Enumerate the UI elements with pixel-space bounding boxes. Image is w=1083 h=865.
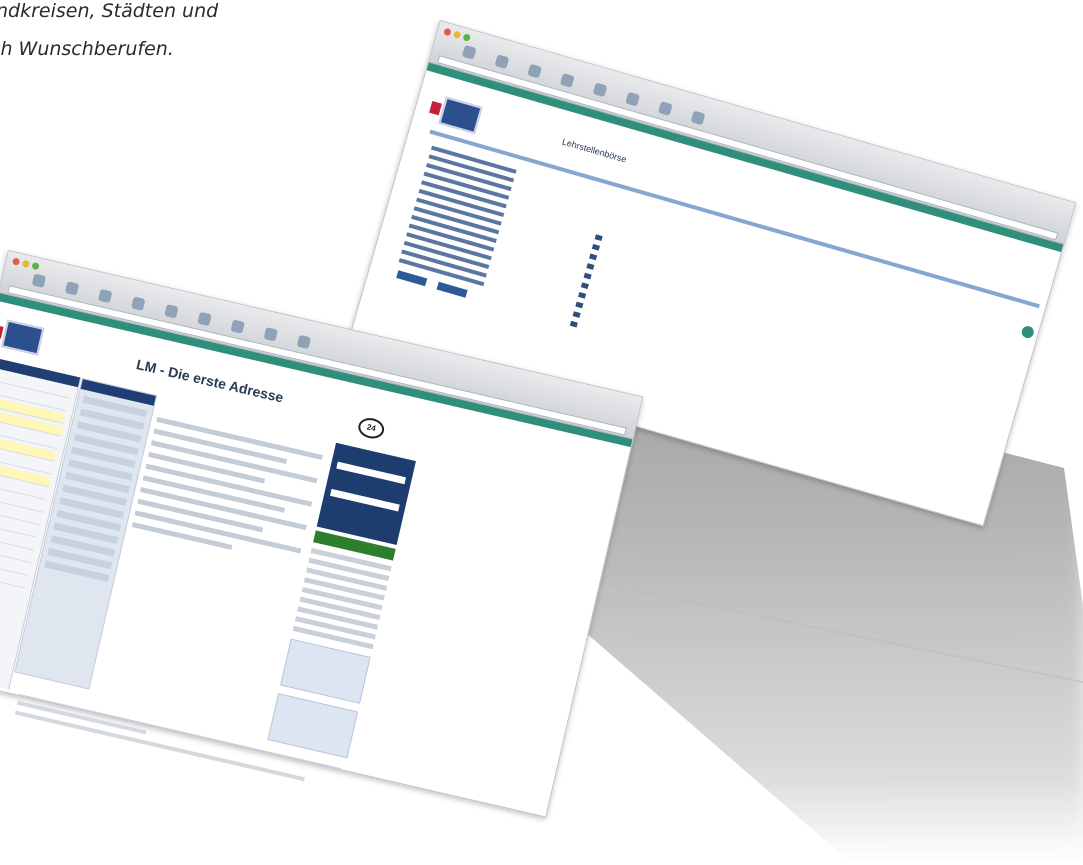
page-title: Lehrstellenbörse	[560, 136, 628, 165]
caption-line-2: ch Wunschberufen.	[0, 38, 174, 60]
info-box	[280, 638, 371, 704]
page-title: LM - Die erste Adresse	[134, 356, 286, 406]
address-bar[interactable]	[437, 55, 1059, 241]
link-list[interactable]	[397, 141, 539, 297]
icon-column	[568, 229, 605, 332]
window-controls[interactable]	[443, 27, 472, 42]
logo	[438, 96, 483, 135]
link-list[interactable]	[292, 547, 392, 650]
info-box	[267, 693, 359, 759]
logo	[1, 319, 45, 356]
window-controls[interactable]	[11, 257, 40, 271]
search-box[interactable]	[316, 442, 416, 545]
status-icon	[1020, 324, 1036, 340]
caption-line-1: ndkreisen, Städten und	[0, 0, 219, 22]
badge-icon: 24	[356, 415, 387, 441]
main-content	[130, 410, 324, 572]
